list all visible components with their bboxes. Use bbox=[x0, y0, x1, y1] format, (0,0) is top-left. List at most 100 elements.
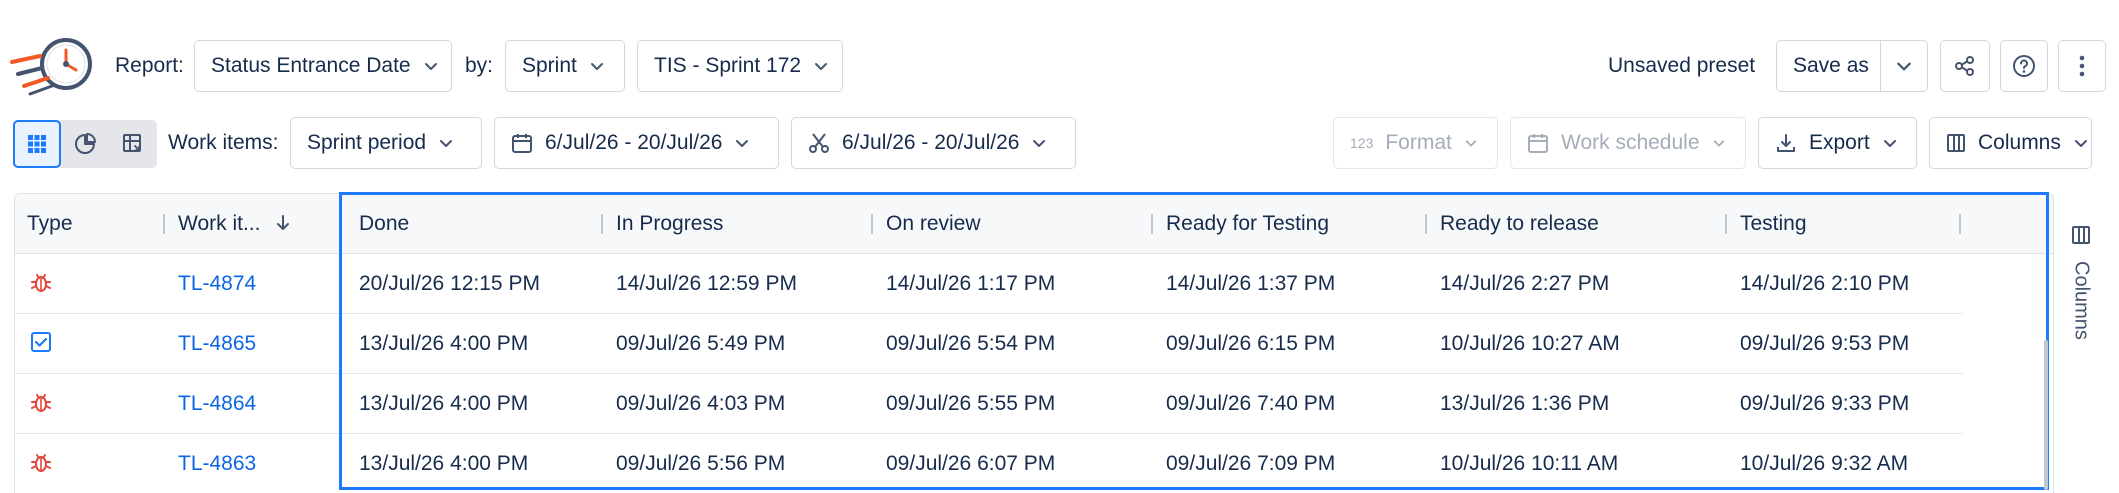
bug-icon bbox=[31, 274, 51, 292]
view-switcher bbox=[13, 120, 157, 168]
report-table: Type Work it... Done In Progress On revi… bbox=[14, 193, 2054, 493]
pie-chart-icon bbox=[75, 133, 96, 154]
cell-ready-to-release: 10/Jul/26 10:11 AM bbox=[1440, 452, 1619, 475]
column-header-work-item-label: Work it... bbox=[178, 212, 261, 235]
date-range-value: 6/Jul/26 - 20/Jul/26 bbox=[545, 131, 723, 154]
cell-done: 13/Jul/26 4:00 PM bbox=[359, 392, 529, 415]
column-header-done[interactable]: Done bbox=[359, 194, 409, 254]
cell-done: 13/Jul/26 4:00 PM bbox=[359, 332, 529, 355]
column-header-type[interactable]: Type bbox=[27, 194, 73, 254]
cell-ready-to-release: 14/Jul/26 2:27 PM bbox=[1440, 272, 1610, 295]
table-header: Type Work it... Done In Progress On revi… bbox=[15, 194, 2053, 254]
sprint-select-value: TIS - Sprint 172 bbox=[654, 54, 802, 77]
cell-ready-to-release: 10/Jul/26 10:27 AM bbox=[1440, 332, 1620, 355]
cell-testing: 09/Jul/26 9:33 PM bbox=[1740, 392, 1910, 415]
report-select[interactable]: Status Entrance Date bbox=[194, 40, 452, 92]
work-schedule-button[interactable]: Work schedule bbox=[1510, 117, 1746, 169]
columns-side-panel-tab[interactable]: Columns bbox=[2060, 225, 2102, 355]
column-header-work-item[interactable]: Work it... bbox=[178, 194, 290, 254]
chevron-down-icon bbox=[815, 63, 828, 70]
cell-on-review: 09/Jul/26 5:55 PM bbox=[886, 392, 1056, 415]
work-item-link[interactable]: TL-4865 bbox=[178, 314, 256, 374]
cell-ready-for-testing: 09/Jul/26 6:15 PM bbox=[1166, 332, 1336, 355]
cell-in-progress: 09/Jul/26 5:56 PM bbox=[616, 452, 786, 475]
chevron-down-icon bbox=[2074, 140, 2087, 147]
column-header-in-progress[interactable]: In Progress bbox=[616, 194, 723, 254]
share-icon bbox=[1955, 56, 1974, 76]
cell-done: 20/Jul/26 12:15 PM bbox=[359, 272, 540, 295]
share-button[interactable] bbox=[1940, 40, 1990, 92]
work-item-link[interactable]: TL-4864 bbox=[178, 374, 256, 434]
cut-range-value: 6/Jul/26 - 20/Jul/26 bbox=[842, 131, 1020, 154]
column-header-testing[interactable]: Testing bbox=[1740, 194, 1807, 254]
column-resize-handle[interactable] bbox=[1425, 214, 1427, 234]
cell-testing: 14/Jul/26 2:10 PM bbox=[1740, 272, 1910, 295]
cell-ready-for-testing: 09/Jul/26 7:09 PM bbox=[1166, 452, 1336, 475]
columns-icon bbox=[1947, 134, 1965, 152]
export-label: Export bbox=[1809, 131, 1870, 154]
task-icon bbox=[31, 332, 51, 352]
table-row: TL-4863 13/Jul/26 4:00 PM 09/Jul/26 5:56… bbox=[15, 434, 1963, 493]
cell-on-review: 09/Jul/26 6:07 PM bbox=[886, 452, 1056, 475]
column-header-ready-for-testing[interactable]: Ready for Testing bbox=[1166, 194, 1329, 254]
chevron-down-icon bbox=[1883, 140, 1896, 147]
chevron-down-icon bbox=[1897, 62, 1911, 71]
chart-view-tab[interactable] bbox=[61, 120, 109, 168]
column-resize-handle[interactable] bbox=[601, 214, 603, 234]
bug-icon bbox=[31, 394, 51, 412]
grid-view-tab[interactable] bbox=[13, 120, 61, 168]
app-logo-icon bbox=[10, 38, 92, 96]
column-resize-handle[interactable] bbox=[871, 214, 873, 234]
columns-button[interactable]: Columns bbox=[1929, 117, 2092, 169]
sort-descending-icon bbox=[277, 215, 290, 230]
period-select-value: Sprint period bbox=[307, 131, 427, 154]
cell-testing: 09/Jul/26 9:53 PM bbox=[1740, 332, 1910, 355]
columns-label: Columns bbox=[1978, 131, 2061, 154]
chevron-down-icon bbox=[440, 140, 453, 147]
calendar-icon bbox=[512, 134, 532, 153]
by-label: by: bbox=[465, 54, 494, 77]
save-as-dropdown-button[interactable] bbox=[1880, 40, 1928, 92]
column-header-on-review[interactable]: On review bbox=[886, 194, 981, 254]
format-button[interactable]: 123 Format bbox=[1333, 117, 1498, 169]
save-as-label: Save as bbox=[1793, 54, 1869, 77]
group-by-value: Sprint bbox=[522, 54, 577, 77]
work-schedule-label: Work schedule bbox=[1561, 131, 1700, 154]
chevron-down-icon bbox=[1465, 140, 1477, 147]
column-resize-handle[interactable] bbox=[1151, 214, 1153, 234]
preset-status: Unsaved preset bbox=[1608, 54, 1756, 77]
vertical-scrollbar-thumb[interactable] bbox=[2044, 340, 2048, 490]
columns-side-panel-label: Columns bbox=[2070, 261, 2093, 340]
column-resize-handle[interactable] bbox=[1725, 214, 1727, 234]
cell-ready-for-testing: 09/Jul/26 7:40 PM bbox=[1166, 392, 1336, 415]
work-item-link[interactable]: TL-4863 bbox=[178, 434, 256, 493]
scissors-icon bbox=[809, 133, 829, 153]
more-options-button[interactable] bbox=[2058, 40, 2106, 92]
chevron-down-icon bbox=[1713, 140, 1724, 147]
cell-testing: 10/Jul/26 9:32 AM bbox=[1740, 452, 1909, 475]
table-row: TL-4865 13/Jul/26 4:00 PM 09/Jul/26 5:49… bbox=[15, 314, 1963, 374]
columns-icon bbox=[2072, 226, 2090, 244]
help-button[interactable] bbox=[2000, 40, 2048, 92]
work-items-label: Work items: bbox=[168, 131, 279, 154]
column-resize-handle[interactable] bbox=[1959, 214, 1961, 234]
export-button[interactable]: Export bbox=[1758, 117, 1917, 169]
column-header-ready-to-release[interactable]: Ready to release bbox=[1440, 194, 1599, 254]
period-select[interactable]: Sprint period bbox=[290, 117, 482, 169]
work-item-link[interactable]: TL-4874 bbox=[178, 254, 256, 314]
group-by-select[interactable]: Sprint bbox=[505, 40, 625, 92]
cell-on-review: 14/Jul/26 1:17 PM bbox=[886, 272, 1056, 295]
save-as-button[interactable]: Save as bbox=[1776, 40, 1881, 92]
table-row: TL-4864 13/Jul/26 4:00 PM 09/Jul/26 4:03… bbox=[15, 374, 1963, 434]
cell-on-review: 09/Jul/26 5:54 PM bbox=[886, 332, 1056, 355]
column-resize-handle[interactable] bbox=[340, 214, 342, 234]
date-range-select[interactable]: 6/Jul/26 - 20/Jul/26 bbox=[494, 117, 779, 169]
cell-ready-for-testing: 14/Jul/26 1:37 PM bbox=[1166, 272, 1336, 295]
sprint-select[interactable]: TIS - Sprint 172 bbox=[637, 40, 843, 92]
column-resize-handle[interactable] bbox=[163, 214, 165, 234]
cell-in-progress: 14/Jul/26 12:59 PM bbox=[616, 272, 797, 295]
help-icon bbox=[2013, 55, 2035, 77]
chevron-down-icon bbox=[590, 63, 603, 70]
pivot-view-tab[interactable] bbox=[109, 120, 157, 168]
cut-range-select[interactable]: 6/Jul/26 - 20/Jul/26 bbox=[791, 117, 1076, 169]
